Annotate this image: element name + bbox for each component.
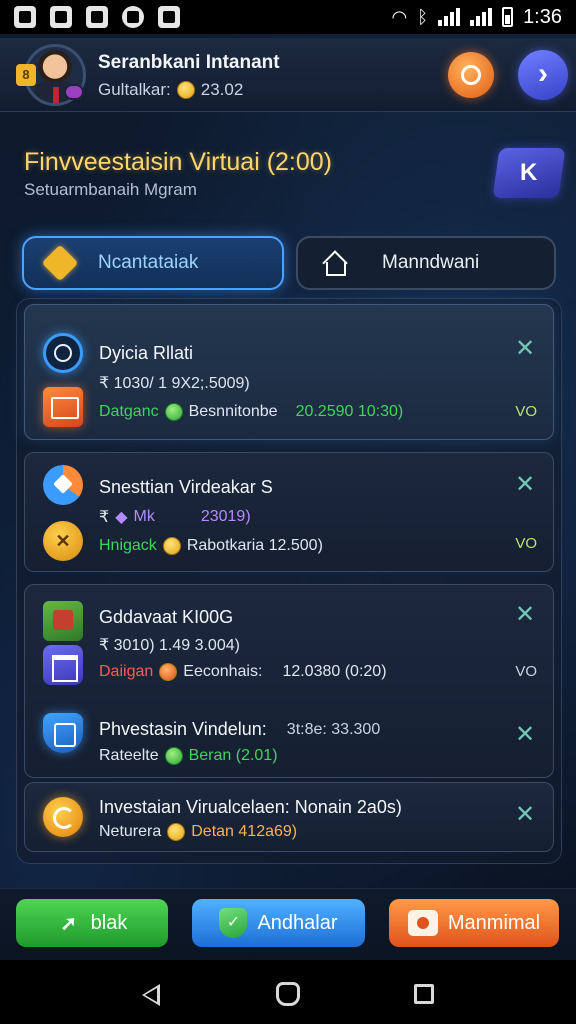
item-details: Rateelte Beran (2.01) (99, 747, 278, 765)
list-item[interactable]: Gddavaat KI00G ₹ 3010) 1.49 3.004) Daiig… (24, 584, 554, 688)
recents-icon[interactable] (414, 984, 434, 1004)
item-title-value: 3t:8e: 33.300 (286, 720, 381, 738)
manmimal-button[interactable]: Manmimal (389, 899, 559, 947)
item-title: Investaian Virualcelaen: Nonain 2a0s) (99, 797, 402, 817)
signal-icon-2 (470, 8, 493, 26)
list-item[interactable]: Investaian Virualcelaen: Nonain 2a0s) Ne… (24, 782, 554, 852)
diamond-icon: ◆ (115, 509, 128, 526)
camera-icon (407, 910, 438, 936)
section-subtitle: Setuarmbanaih Mgram (24, 180, 197, 199)
close-icon[interactable]: ✕ (515, 723, 535, 747)
coin-icon (164, 403, 183, 421)
tab-ncantataiak[interactable]: Ncantataiak (22, 236, 284, 290)
back-icon[interactable] (142, 984, 160, 1006)
close-icon[interactable]: ✕ (515, 473, 535, 497)
andhalar-button[interactable]: ✓ Andhalar (192, 899, 365, 947)
tab-manndwani[interactable]: Manndwani (296, 236, 556, 290)
star-icon (41, 244, 79, 282)
list-item[interactable]: Phvestasin Vindelun: 3t:8e: 33.300 Ratee… (24, 700, 554, 778)
bluetooth-icon: ᛒ (417, 6, 429, 27)
close-icon[interactable]: ✕ (515, 337, 535, 361)
item-title: Gddavaat KI00G (99, 607, 234, 627)
section-title: Finvveestaisin Virtuai (2:00) (24, 148, 333, 176)
notification-button[interactable] (448, 52, 494, 98)
item-title: Phvestasin Vindelun: (99, 719, 267, 739)
item-tag: VO (515, 535, 537, 552)
item-details: Neturera Detan 412a69) (99, 823, 298, 841)
item-details: Hnigack Rabotkaria 12.500) (99, 537, 323, 555)
avatar-badge-icon (64, 84, 84, 100)
coin-badge-icon: 8 (16, 64, 36, 86)
tab-label: Ncantataiak (98, 252, 199, 273)
image-notification-icon (50, 6, 72, 28)
item-title: Snesttian Virdeakar S (99, 477, 273, 497)
box-icon (43, 601, 83, 641)
refresh-coin-icon (43, 797, 83, 837)
user-name: Seranbkani Intanant (98, 52, 280, 73)
calendar-icon (43, 387, 83, 427)
item-details: Datganc Besnnitonbe 20.2590 10:30) (99, 403, 404, 421)
bank-icon (43, 645, 83, 685)
item-amount: ₹ ◆ Mk 23019) (99, 508, 251, 526)
coin-icon (159, 663, 178, 681)
target-icon (43, 333, 83, 373)
blak-button[interactable]: ➚ blak (16, 899, 168, 947)
home-nav-icon[interactable] (276, 982, 300, 1006)
item-title-row: Phvestasin Vindelun: 3t:8e: 33.300 (99, 719, 380, 740)
battery-icon (502, 7, 514, 27)
chart-icon (43, 465, 83, 505)
item-title: Dyicia Rllati (99, 343, 194, 363)
message-notification-icon (86, 6, 108, 28)
close-icon[interactable]: ✕ (515, 603, 535, 627)
shield-icon (43, 713, 83, 753)
balance-label: Gultalkar: (98, 80, 171, 99)
signal-icon (438, 8, 461, 26)
shield-check-icon: ✓ (219, 908, 248, 938)
forward-button[interactable]: › (518, 50, 568, 100)
item-amount: ₹ 1030/ 1 9X2;.5009) (99, 375, 250, 392)
sync-notification-icon (122, 6, 144, 28)
calendar-notification-icon (158, 6, 180, 28)
coin-icon (162, 537, 181, 555)
status-time: 1:36 (523, 5, 562, 28)
home-icon (320, 249, 348, 277)
tab-label: Manndwani (382, 252, 480, 273)
status-bar: ◠ ᛒ 1:36 (0, 0, 576, 34)
close-icon[interactable]: ✕ (515, 803, 535, 827)
item-tag: VO (515, 663, 537, 680)
arrow-up-icon: ➚ (60, 912, 78, 935)
app-notification-icon (14, 6, 36, 28)
user-balance: Gultalkar: 23.02 (98, 80, 243, 100)
coin-icon (167, 823, 186, 841)
coin-icon (164, 747, 183, 765)
list-item[interactable]: Dyicia Rllati ₹ 1030/ 1 9X2;.5009) Datga… (24, 304, 554, 440)
item-details: Daiigan Eeconhais: 12.0380 (0:20) (99, 663, 387, 681)
balance-value: 23.02 (200, 80, 244, 99)
list-item[interactable]: Snesttian Virdeakar S ₹ ◆ Mk 23019) Hnig… (24, 452, 554, 572)
item-amount: ₹ 3010) 1.49 3.004) (99, 637, 240, 654)
coin-icon (176, 81, 195, 99)
coin-x-icon (43, 521, 83, 561)
k-button[interactable]: K (492, 148, 566, 198)
profile-header: 8 Seranbkani Intanant Gultalkar: 23.02 › (0, 38, 576, 112)
item-tag: VO (515, 403, 537, 420)
wifi-icon: ◠ (391, 6, 408, 27)
